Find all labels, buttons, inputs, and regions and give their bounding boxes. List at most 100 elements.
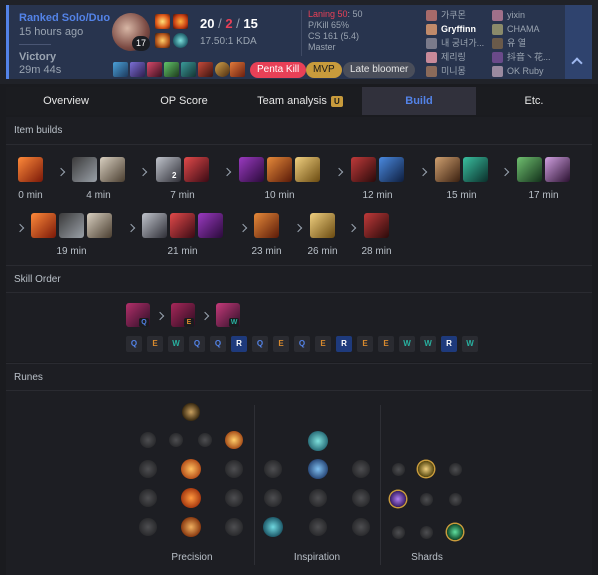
player-entry[interactable]: 제리링 [426,51,466,64]
item-build-time: 21 min [167,246,198,257]
item-build-time: 15 min [446,190,477,201]
item-icon[interactable] [170,213,195,238]
item-slot-icon[interactable] [147,62,162,77]
keystone-rune-icon[interactable] [155,33,170,48]
keystone-icon[interactable] [198,433,212,447]
trinket-icon[interactable] [215,62,230,77]
shard-icon[interactable] [391,525,405,539]
item-slot-icon[interactable] [198,62,213,77]
rune-icon[interactable] [139,460,157,478]
tab-team-analysis[interactable]: Team analysis U [242,87,358,115]
item-quantity: 2 [172,171,177,180]
item-slot-icon[interactable] [130,62,145,77]
conqueror-icon[interactable] [225,431,243,449]
item-icon[interactable] [31,213,56,238]
shard-icon[interactable] [418,461,434,477]
item-icon[interactable] [267,157,292,182]
divider [6,144,592,145]
rune-icon[interactable] [264,460,282,478]
item-icon[interactable] [310,213,335,238]
rune-icon[interactable] [225,460,243,478]
item-icon[interactable] [100,157,125,182]
rune-icon[interactable] [352,518,370,536]
shard-icon[interactable] [390,491,406,507]
rune-icon[interactable] [181,459,201,479]
player-entry[interactable]: OK Ruby [492,65,544,78]
rune-icon[interactable] [309,489,327,507]
item-icon[interactable] [463,157,488,182]
player-name: 가쿠몬 [441,10,466,20]
tab-overview[interactable]: Overview [6,87,126,115]
shard-icon[interactable] [419,492,433,506]
item-slot-icon[interactable] [181,62,196,77]
rune-icon[interactable] [225,518,243,536]
shard-icon[interactable] [448,492,462,506]
item-icon[interactable] [87,213,112,238]
player-name: yixin [507,10,526,20]
secondary-rune-icon[interactable] [173,33,188,48]
item-icon[interactable] [59,213,84,238]
item-icon[interactable] [295,157,320,182]
rune-icon[interactable] [181,517,201,537]
item-slot-icon[interactable] [230,62,245,77]
keystone-icon[interactable] [140,432,156,448]
skill-level-14: W [399,336,415,352]
item-icon[interactable] [379,157,404,182]
rune-icon[interactable] [263,517,283,537]
shard-icon[interactable] [391,462,405,476]
item-icon[interactable] [545,157,570,182]
item-icon[interactable] [239,157,264,182]
item-icon[interactable] [72,157,97,182]
match-summary[interactable]: Ranked Solo/Duo 15 hours ago Victory 29m… [0,0,598,84]
tab-build[interactable]: Build [362,87,476,115]
item-icon[interactable] [351,157,376,182]
rune-icon[interactable] [139,518,157,536]
expand-button[interactable] [565,5,592,79]
flash-spell-icon[interactable] [155,14,170,29]
rune-icon[interactable] [308,459,328,479]
item-slot-icon[interactable] [164,62,179,77]
champion-icon [426,24,437,36]
rune-icon[interactable] [309,518,327,536]
item-icon[interactable] [517,157,542,182]
rune-icon[interactable] [352,460,370,478]
player-entry[interactable]: 유 열 [492,37,526,50]
skill-level-3: W [168,336,184,352]
precision-tree-icon[interactable] [182,403,200,421]
tab-op-score[interactable]: OP Score [126,87,242,115]
skill-key: E [184,318,194,327]
inspiration-tree-icon[interactable] [308,431,328,451]
shard-icon[interactable] [419,525,433,539]
item-icon[interactable] [364,213,389,238]
item-icon[interactable] [156,157,181,182]
item-icon[interactable] [435,157,460,182]
keystone-icon[interactable] [169,433,183,447]
item-icon[interactable] [254,213,279,238]
rune-icon[interactable] [139,489,157,507]
shard-icon[interactable] [448,462,462,476]
rune-icon[interactable] [264,489,282,507]
tab-etc[interactable]: Etc. [476,87,592,115]
item-icon[interactable] [18,157,43,182]
rune-icon[interactable] [225,489,243,507]
divider [19,44,51,45]
ignite-spell-icon[interactable] [173,14,188,29]
player-entry[interactable]: Gryffinn [426,23,476,36]
item-icon[interactable] [198,213,223,238]
shard-icon[interactable] [447,524,463,540]
player-entry[interactable]: 가쿠몬 [426,9,466,22]
laning-tail: : 50 [347,9,363,19]
rune-icon[interactable] [352,489,370,507]
player-entry[interactable]: 내 궁녀가... [426,37,484,50]
item-slot-icon[interactable] [113,62,128,77]
player-entry[interactable]: 미니몽 [426,65,466,78]
player-entry[interactable]: CHAMA [492,23,540,36]
player-entry[interactable]: 抖音丶花... [492,51,551,64]
rune-icon[interactable] [181,488,201,508]
item-icon[interactable] [142,213,167,238]
skill-level-10: E [315,336,331,352]
divider [6,390,592,391]
section-title: Item builds [14,125,63,136]
player-entry[interactable]: yixin [492,9,526,22]
item-icon[interactable] [184,157,209,182]
